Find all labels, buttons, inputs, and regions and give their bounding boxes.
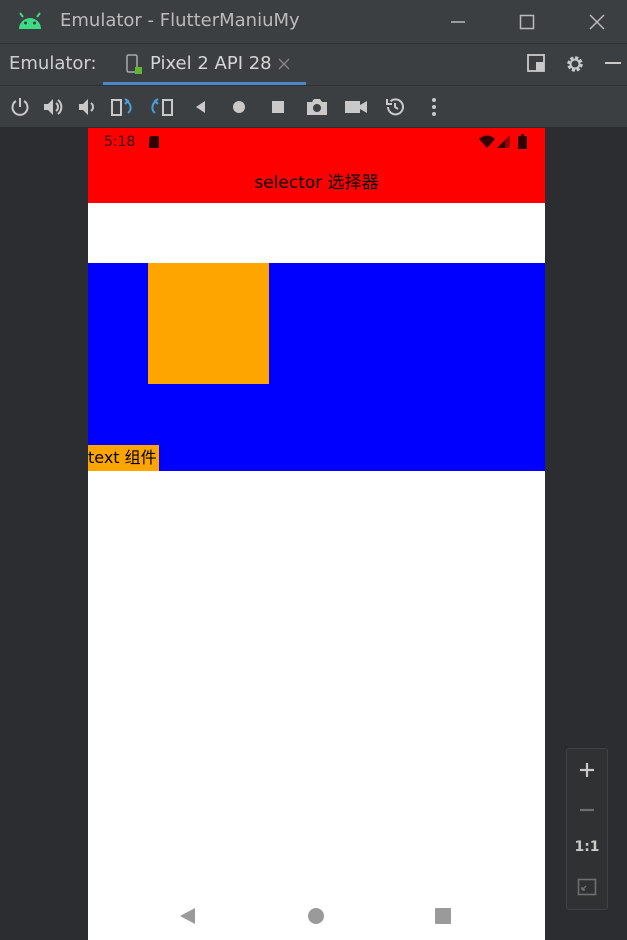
device-icon: [126, 54, 142, 74]
status-time: 5:18: [104, 134, 136, 150]
close-icon[interactable]: [583, 8, 611, 36]
zoom-panel: 1:1: [566, 748, 608, 910]
android-logo-icon: [19, 12, 41, 29]
power-icon[interactable]: [9, 96, 31, 118]
window-title: Emulator - FlutterManiuMy: [60, 10, 300, 31]
screen-record-icon[interactable]: [344, 96, 368, 118]
back-icon[interactable]: [190, 96, 212, 118]
device-screen[interactable]: 5:18 selector 选择器 text 组件: [88, 128, 545, 940]
fit-screen-icon[interactable]: [577, 878, 597, 896]
sd-card-icon: [149, 136, 159, 148]
android-status-bar: 5:18: [88, 128, 545, 156]
window-titlebar: Emulator - FlutterManiuMy: [0, 0, 627, 43]
wifi-icon: [479, 135, 495, 148]
orange-box: [148, 263, 269, 384]
battery-icon: [518, 134, 527, 149]
nav-home-icon[interactable]: [306, 906, 326, 926]
volume-up-icon[interactable]: [42, 96, 64, 118]
minimize-icon[interactable]: [444, 8, 472, 36]
text-widget: text 组件: [88, 445, 159, 471]
minimize-panel-icon[interactable]: [603, 53, 623, 73]
rotate-left-icon[interactable]: [110, 96, 136, 118]
gear-icon[interactable]: [564, 53, 586, 75]
blue-container: text 组件: [88, 263, 545, 471]
zoom-out-icon[interactable]: [578, 801, 596, 819]
zoom-actual-size-button[interactable]: 1:1: [567, 839, 607, 855]
window-mode-icon[interactable]: [526, 53, 546, 73]
home-icon[interactable]: [228, 96, 250, 118]
tab-pixel-2-api-28[interactable]: Pixel 2 API 28: [103, 44, 306, 85]
rotate-right-icon[interactable]: [149, 96, 175, 118]
tab-close-icon[interactable]: [277, 57, 291, 71]
app-bar: selector 选择器: [88, 156, 545, 203]
screenshot-icon[interactable]: [305, 96, 329, 118]
emulator-label: Emulator:: [9, 53, 97, 74]
nav-back-icon[interactable]: [178, 906, 198, 926]
app-title: selector 选择器: [254, 173, 379, 193]
zoom-in-icon[interactable]: [578, 761, 596, 779]
signal-icon: [497, 135, 510, 148]
volume-down-icon[interactable]: [76, 96, 98, 118]
overview-icon[interactable]: [267, 96, 289, 118]
emulator-tabbar: Emulator: Pixel 2 API 28: [0, 43, 627, 85]
emulator-toolbar: [0, 85, 627, 127]
nav-recents-icon[interactable]: [433, 906, 453, 926]
maximize-icon[interactable]: [513, 8, 541, 36]
tab-label: Pixel 2 API 28: [150, 53, 272, 74]
android-nav-bar: [88, 893, 545, 940]
more-icon[interactable]: [423, 96, 445, 118]
snapshot-icon[interactable]: [384, 96, 406, 118]
